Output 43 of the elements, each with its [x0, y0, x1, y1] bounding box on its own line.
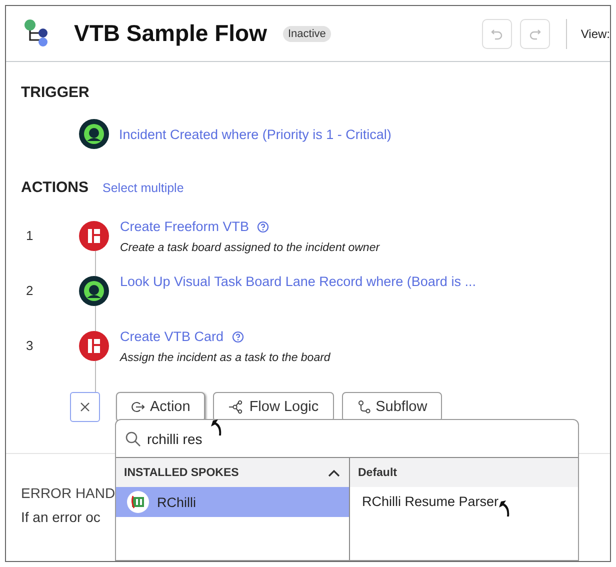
- board-icon: [79, 221, 109, 251]
- add-button[interactable]: Flow Logic: [213, 392, 334, 422]
- record-icon: [79, 119, 109, 149]
- step-number: 2: [25, 282, 34, 300]
- spoke-logo-icon: [127, 491, 149, 513]
- error-text: If an error oc: [21, 509, 102, 525]
- help-icon[interactable]: [232, 330, 244, 342]
- flow-logo-icon: [24, 18, 50, 50]
- step-link[interactable]: Create Freeform VTB: [120, 219, 250, 234]
- spoke-item[interactable]: RChilli: [116, 487, 349, 517]
- section-heading: TRIGGER: [21, 84, 90, 101]
- step-description: Assign the incident as a task to the board: [120, 352, 330, 364]
- close-icon: [79, 401, 91, 413]
- add-button[interactable]: Subflow: [342, 392, 442, 422]
- step-description: Create a task board assigned to the incident owner: [120, 242, 380, 254]
- redo-icon: [528, 26, 542, 40]
- spokes-header[interactable]: INSTALLED SPOKES: [116, 458, 349, 487]
- board-icon: [79, 331, 109, 361]
- record-icon: [79, 276, 109, 306]
- exit-arrow-icon: [131, 400, 145, 414]
- cursor-icon: [498, 500, 510, 517]
- help-icon[interactable]: [257, 220, 270, 232]
- trigger-link[interactable]: Incident Created where (Priority is 1 - Critical): [119, 126, 392, 142]
- view-label: View:: [580, 26, 610, 40]
- cursor-icon: [211, 419, 222, 436]
- step-link[interactable]: Look Up Visual Task Board Lane Record where (Board is ...: [120, 274, 476, 289]
- add-button[interactable]: Action: [116, 392, 206, 422]
- section-heading: ACTIONS: [21, 179, 88, 196]
- subflow-icon: [356, 400, 371, 414]
- step-number: 1: [25, 227, 34, 245]
- branch-icon: [228, 400, 244, 414]
- close-button[interactable]: [70, 392, 100, 422]
- spokes-heading: INSTALLED SPOKES: [124, 466, 239, 478]
- step-number: 3: [25, 337, 34, 355]
- step-link[interactable]: Create VTB Card: [120, 329, 224, 344]
- status-badge: Inactive: [282, 26, 331, 42]
- flow-title: VTB Sample Flow: [74, 20, 267, 47]
- search-icon: [125, 430, 141, 446]
- result-item[interactable]: RChilli Resume Parser: [362, 487, 499, 517]
- undo-icon: [490, 26, 504, 40]
- select-multiple-link[interactable]: Select multiple: [102, 181, 184, 195]
- error-heading: ERROR HAND: [21, 485, 116, 501]
- results-heading: Default: [350, 458, 578, 487]
